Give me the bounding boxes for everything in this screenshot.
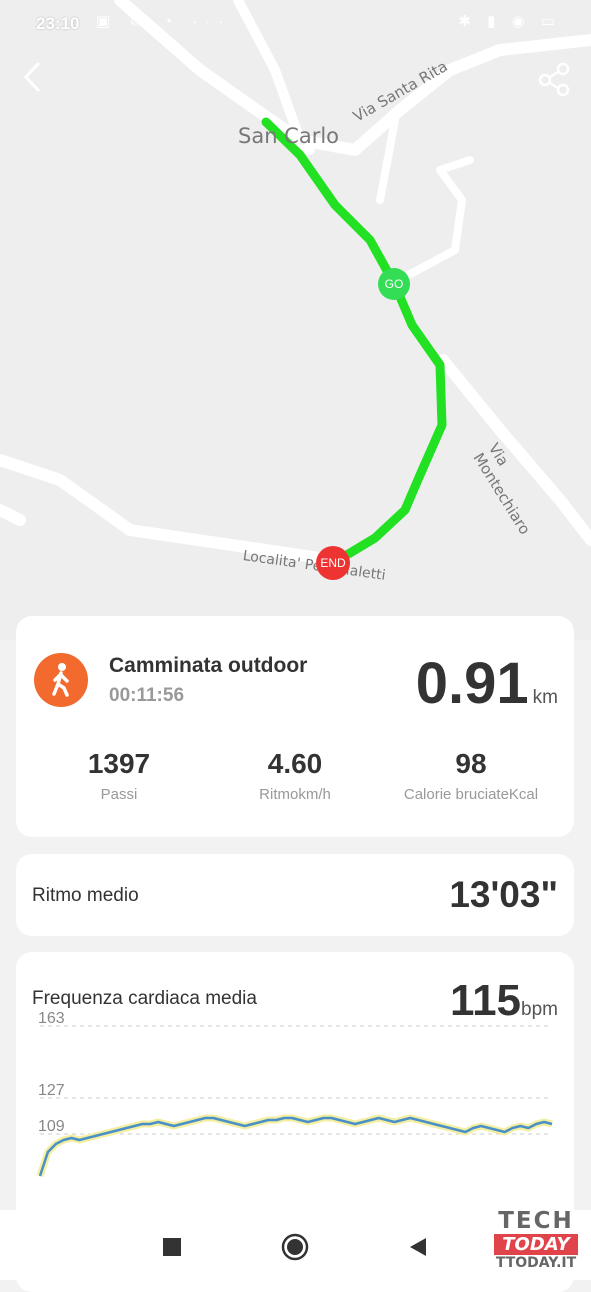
heart-rate-line (38, 1116, 553, 1177)
ref-line-label-109: 109 (38, 1118, 65, 1135)
route-line (261, 117, 447, 567)
back-button[interactable] (22, 60, 52, 96)
average-pace-value: 13'03" (449, 874, 558, 915)
status-bar: 23:10 ▣ ✉ ◔ ··· ✱ ▮ ◉ ▭ (0, 0, 591, 52)
distance-unit: km (532, 687, 558, 708)
home-button[interactable] (278, 1230, 312, 1264)
chevron-left-icon (23, 62, 40, 92)
square-icon (163, 1238, 181, 1256)
ref-line-label-163: 163 (38, 1010, 65, 1027)
watermark-line-2: TODAY (494, 1234, 578, 1255)
status-time: 23:10 (36, 14, 80, 33)
stat-steps: 1397 Passi (26, 748, 212, 803)
stat-steps-value: 1397 (87, 748, 151, 779)
stat-speed-value: 4.60 (267, 748, 323, 779)
heart-rate-chart: 163 127 109 (36, 1010, 553, 1178)
average-pace-label: Ritmo medio (32, 885, 139, 906)
stat-calories: 98 Calorie bruciateKcal (378, 748, 564, 803)
share-icon (538, 62, 570, 97)
route-map[interactable]: San Carlo Via Santa Rita Via Montechiaro… (0, 0, 591, 640)
stat-steps-label: Passi (100, 786, 138, 803)
activity-title: Camminata outdoor (109, 654, 308, 677)
watermark-line-3: TTODAY.IT (495, 1255, 577, 1271)
notification-icons: ▣ ✉ ◔ ··· (96, 13, 232, 30)
stat-calories-value: 98 (455, 748, 487, 779)
map-label-san-carlo: San Carlo (238, 124, 340, 148)
nav-back-button[interactable] (400, 1230, 434, 1264)
start-marker-label: GO (384, 277, 404, 291)
map-canvas (0, 0, 591, 567)
ref-line-label-127: 127 (38, 1082, 65, 1099)
stat-calories-label: Calorie bruciateKcal (403, 786, 539, 803)
system-status-icons: ✱ ▮ ◉ ▭ (458, 13, 561, 30)
distance: 0.91 km (416, 650, 558, 717)
end-marker-label: END (320, 556, 346, 570)
recent-apps-button[interactable] (155, 1230, 189, 1264)
end-marker[interactable]: END (316, 546, 350, 580)
distance-value: 0.91 (415, 651, 529, 716)
average-pace-card[interactable]: Ritmo medio 13'03" (16, 854, 574, 936)
activity-summary-card: Camminata outdoor 00:11:56 0.91 km 1397 P… (16, 616, 574, 837)
circle-icon (281, 1233, 309, 1261)
activity-duration: 00:11:56 (109, 685, 185, 706)
share-button[interactable] (537, 62, 571, 97)
triangle-back-icon (410, 1238, 426, 1256)
stat-speed: 4.60 Ritmokm/h (202, 748, 388, 803)
activity-icon (34, 653, 88, 707)
watermark-logo: TECH TODAY TTODAY.IT (494, 1208, 578, 1272)
watermark-line-1: TECH (498, 1208, 574, 1234)
start-marker[interactable]: GO (378, 268, 410, 300)
stat-speed-label: Ritmokm/h (259, 786, 331, 803)
walking-person-icon (52, 663, 69, 697)
